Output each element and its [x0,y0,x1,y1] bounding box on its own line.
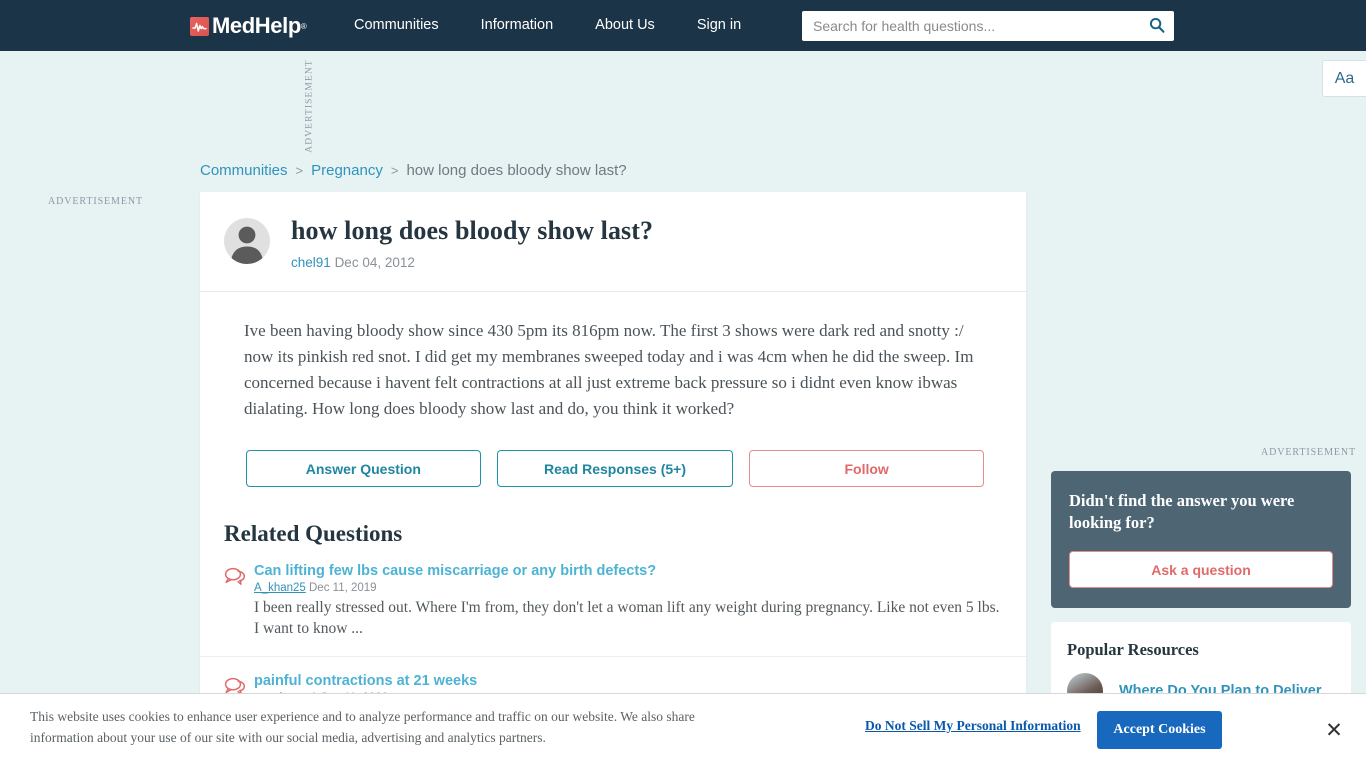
related-question-title[interactable]: Can lifting few lbs cause miscarriage or… [254,563,1002,579]
related-question-content: Can lifting few lbs cause miscarriage or… [254,563,1002,639]
question-date: Dec 04, 2012 [334,254,415,270]
nav-item-communities[interactable]: Communities [333,0,460,51]
breadcrumb-separator: > [390,163,399,178]
search-input[interactable] [802,12,1140,40]
avatar [224,218,270,264]
breadcrumb: Communities > Pregnancy > how long does … [200,162,627,179]
ask-a-question-button[interactable]: Ask a question [1069,551,1333,588]
related-question-date: Dec 11, 2019 [309,582,377,594]
top-advertisement-label: ADVERTISEMENT [300,59,320,153]
accept-cookies-button[interactable]: Accept Cookies [1097,711,1222,749]
question-actions: Answer Question Read Responses (5+) Foll… [200,422,1026,487]
site-header: MedHelp ® Communities Information About … [0,0,1366,51]
related-questions-heading: Related Questions [224,521,403,546]
question-author-link[interactable]: chel91 [291,255,331,270]
advertisement-text-vertical: ADVERTISEMENT [305,59,316,153]
question-card: how long does bloody show last? chel91 D… [200,192,1026,726]
search-icon [1149,17,1165,36]
popular-resources-heading: Popular Resources [1067,640,1199,659]
related-question-title[interactable]: painful contractions at 21 weeks [254,673,1002,689]
related-question-item[interactable]: Can lifting few lbs cause miscarriage or… [200,547,1026,657]
answer-question-button[interactable]: Answer Question [246,450,481,487]
page-title: how long does bloody show last? [291,216,654,245]
question-header: how long does bloody show last? chel91 D… [200,192,1026,292]
read-responses-button[interactable]: Read Responses (5+) [496,450,734,487]
nav-item-information[interactable]: Information [460,0,575,51]
left-advertisement-label: ADVERTISEMENT [48,196,143,207]
right-advertisement-label: ADVERTISEMENT [1261,447,1356,458]
nav-item-about-us[interactable]: About Us [574,0,676,51]
logo-text: MedHelp [212,13,301,38]
font-size-toggle-button[interactable]: Aa [1322,60,1366,97]
related-question-snippet: I been really stressed out. Where I'm fr… [254,599,1000,637]
cookie-banner-text: This website uses cookies to enhance use… [30,709,695,745]
follow-button[interactable]: Follow [749,450,984,487]
ask-panel-title: Didn't find the answer you were looking … [1069,491,1295,532]
question-body-wrap: Ive been having bloody show since 430 5p… [200,292,1026,422]
related-question-meta: A_khan25 Dec 11, 2019 [254,582,1002,594]
ask-question-panel: Didn't find the answer you were looking … [1051,471,1351,608]
site-logo[interactable]: MedHelp ® [190,13,307,39]
breadcrumb-separator: > [295,163,304,178]
question-header-text: how long does bloody show last? chel91 D… [291,214,653,270]
question-body-text: Ive been having bloody show since 430 5p… [244,321,974,418]
speech-bubbles-icon [224,563,254,639]
main-nav: Communities Information About Us Sign in [333,0,762,51]
heartbeat-icon [190,16,209,36]
nav-item-sign-in[interactable]: Sign in [676,0,762,51]
related-question-author[interactable]: A_khan25 [254,582,306,594]
breadcrumb-item-pregnancy[interactable]: Pregnancy [311,162,383,179]
user-avatar-icon [224,218,270,264]
logo-registered-mark: ® [300,21,307,31]
search-button[interactable] [1140,12,1174,40]
breadcrumb-item-current: how long does bloody show last? [406,162,627,179]
question-meta: chel91 Dec 04, 2012 [291,255,653,270]
breadcrumb-item-communities[interactable]: Communities [200,162,288,179]
page-root: MedHelp ® Communities Information About … [0,0,1366,768]
close-icon[interactable]: ✕ [1322,718,1346,742]
search-box [802,11,1174,41]
do-not-sell-link[interactable]: Do Not Sell My Personal Information [865,718,1081,734]
